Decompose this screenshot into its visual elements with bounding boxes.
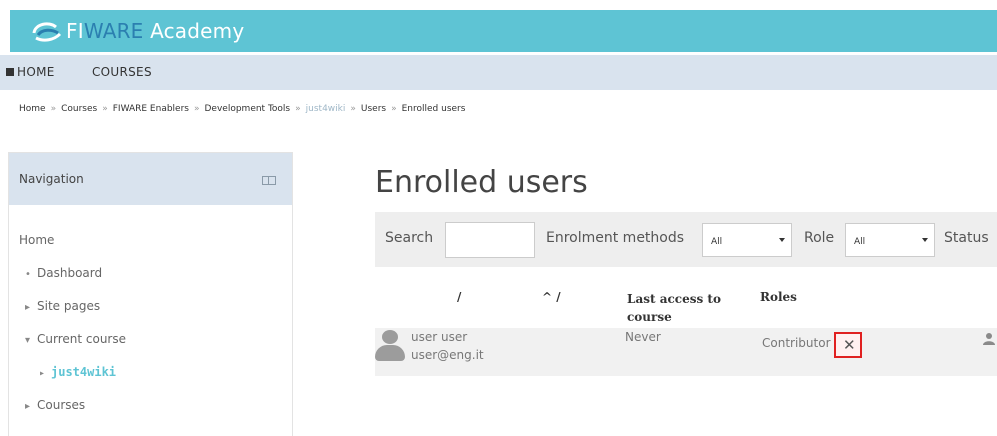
navigation-title: Navigation — [19, 172, 84, 186]
remove-role-button[interactable]: ✕ — [834, 332, 862, 358]
breadcrumb-separator: » — [350, 104, 356, 114]
breadcrumb-course[interactable]: just4wiki — [306, 104, 346, 114]
breadcrumb: Home » Courses » FIWARE Enablers » Development… — [19, 104, 465, 114]
enrolment-methods-value: All — [711, 237, 723, 247]
logo-text: FIWARE Academy — [66, 19, 244, 43]
home-icon — [6, 68, 14, 76]
role-name: Contributor — [762, 336, 831, 350]
user-avatar — [375, 330, 405, 362]
breadcrumb-separator: » — [102, 104, 108, 114]
role-label: Role — [804, 230, 835, 246]
dock-icon[interactable] — [262, 176, 276, 185]
nav-tree-just4wiki[interactable]: ▸ just4wiki — [39, 365, 116, 379]
last-access-value: Never — [625, 330, 661, 344]
nav-tree-home[interactable]: Home — [19, 233, 54, 247]
nav-tree-label: just4wiki — [51, 365, 117, 379]
breadcrumb-users[interactable]: Users — [361, 104, 386, 114]
nav-tree-label: Site pages — [37, 299, 101, 313]
logo-fi: FI — [66, 19, 84, 43]
fiware-academy-logo[interactable]: FIWARE Academy — [32, 16, 244, 46]
enrolment-methods-label: Enrolment methods — [546, 230, 685, 246]
role-select[interactable]: All — [845, 223, 935, 257]
logo-ware: WARE — [83, 19, 144, 43]
nav-home[interactable]: HOME — [6, 65, 55, 79]
expand-arrow-icon: ▸ — [39, 368, 46, 379]
page-title: Enrolled users — [375, 165, 588, 200]
column-header-name[interactable]: / — [457, 290, 461, 304]
navigation-block: Navigation Home • Dashboard ▸ Site pages ▾… — [8, 152, 293, 436]
breadcrumb-courses[interactable]: Courses — [61, 104, 97, 114]
chevron-down-icon — [922, 238, 928, 242]
nav-tree-courses[interactable]: ▸ Courses — [25, 398, 85, 412]
nav-tree-label: Courses — [37, 398, 86, 412]
nav-tree-label: Current course — [37, 332, 126, 346]
nav-tree-label: Dashboard — [37, 266, 103, 280]
role-value: All — [854, 237, 866, 247]
breadcrumb-enrolled-users: Enrolled users — [401, 104, 466, 114]
nav-courses[interactable]: COURSES — [92, 65, 152, 79]
nav-tree-label: Home — [19, 233, 55, 247]
navigation-header: Navigation — [9, 153, 292, 205]
bullet-icon: • — [25, 269, 31, 280]
header-bar: FIWARE Academy — [10, 10, 997, 52]
main-navbar: HOME COURSES — [0, 55, 997, 90]
enrolment-methods-select[interactable]: All — [702, 223, 792, 257]
user-email: user@eng.it — [411, 348, 484, 362]
column-header-roles: Roles — [760, 290, 797, 304]
expand-arrow-icon: ▸ — [25, 302, 31, 313]
search-input[interactable] — [445, 222, 535, 258]
breadcrumb-separator: » — [50, 104, 57, 114]
avatar-body — [375, 345, 405, 361]
breadcrumb-fiware-enablers[interactable]: FIWARE Enablers — [113, 104, 189, 114]
nav-tree-dashboard[interactable]: • Dashboard — [25, 266, 102, 280]
close-icon: ✕ — [843, 336, 856, 354]
collapse-arrow-icon: ▾ — [25, 335, 31, 346]
expand-arrow-icon: ▸ — [25, 401, 31, 412]
fiware-logo-icon — [32, 22, 62, 42]
filter-bar: Search Enrolment methods All Role All St… — [375, 212, 997, 267]
breadcrumb-development-tools[interactable]: Development Tools — [205, 104, 291, 114]
column-header-email[interactable]: ^ / — [542, 290, 561, 304]
search-label: Search — [385, 230, 434, 246]
nav-home-label: HOME — [17, 65, 55, 79]
table-row: user user user@eng.it Never Contributor … — [375, 328, 997, 376]
status-label: Status — [944, 230, 989, 246]
breadcrumb-separator: » — [193, 104, 200, 114]
avatar-head — [382, 330, 398, 344]
chevron-down-icon — [779, 238, 785, 242]
logo-academy: Academy — [143, 19, 245, 43]
breadcrumb-separator: » — [295, 104, 301, 114]
column-header-last-access[interactable]: Last access to course — [627, 290, 737, 326]
nav-tree-current-course[interactable]: ▾ Current course — [25, 332, 126, 346]
nav-tree-site-pages[interactable]: ▸ Site pages — [25, 299, 100, 313]
person-icon[interactable] — [983, 332, 995, 346]
user-fullname[interactable]: user user — [411, 330, 467, 344]
breadcrumb-home[interactable]: Home — [19, 104, 46, 114]
breadcrumb-separator: » — [391, 104, 397, 114]
